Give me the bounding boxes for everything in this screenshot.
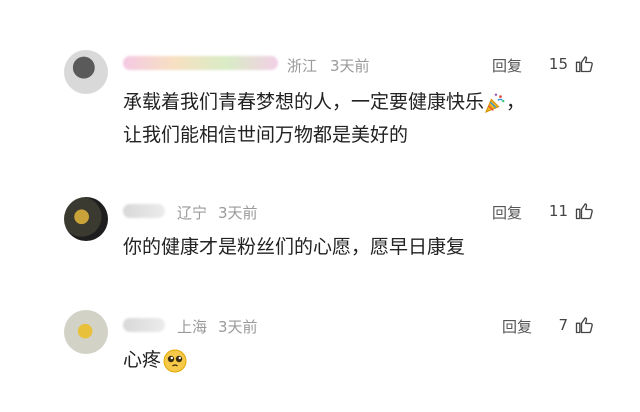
timestamp: 3天前 xyxy=(218,204,258,222)
timestamp: 3天前 xyxy=(330,57,370,75)
comment-item: 辽宁 3天前 回复 11 你的健康才是粉丝们的心愿，愿早日康复 xyxy=(0,165,640,290)
reply-button[interactable]: 回复 xyxy=(492,55,522,76)
comment-text: 你的健康才是粉丝们的心愿，愿早日康复 xyxy=(123,231,465,264)
comment-item: 上海 3天前 回复 7 心疼 xyxy=(0,290,640,412)
avatar[interactable] xyxy=(64,197,108,241)
avatar[interactable] xyxy=(64,50,108,94)
comment-text: 心疼 xyxy=(123,344,187,377)
comment-item: 浙江 3天前 回复 15 承载着我们青春梦想的人，一定要健康快乐 ， 让我们能相… xyxy=(0,0,640,165)
timestamp: 3天前 xyxy=(218,318,258,336)
like-count: 11 xyxy=(548,202,568,220)
comment-line: 让我们能相信世间万物都是美好的 xyxy=(123,124,409,146)
location: 上海 xyxy=(177,318,208,336)
like-count: 7 xyxy=(558,316,568,334)
comment-line: ， xyxy=(506,91,526,113)
nickname-redacted[interactable] xyxy=(123,52,278,71)
avatar[interactable] xyxy=(64,310,108,354)
thumbs-up-icon[interactable] xyxy=(574,315,594,335)
thumbs-up-icon[interactable] xyxy=(574,54,594,74)
nickname-redacted[interactable] xyxy=(123,200,165,219)
location: 浙江 xyxy=(287,57,318,75)
nickname-redacted[interactable] xyxy=(123,314,165,333)
reply-button[interactable]: 回复 xyxy=(502,316,532,337)
comment-line: 心疼 xyxy=(123,349,162,371)
comment-text: 承载着我们青春梦想的人，一定要健康快乐 ， 让我们能相信世间万物都是美好的 xyxy=(123,86,525,152)
nickname-blur xyxy=(123,55,278,70)
nickname-blur xyxy=(123,317,165,332)
thumbs-up-icon[interactable] xyxy=(574,201,594,221)
location: 辽宁 xyxy=(177,204,208,222)
reply-button[interactable]: 回复 xyxy=(492,202,522,223)
party-popper-icon xyxy=(484,93,505,113)
pleading-face-icon xyxy=(163,349,187,372)
comment-line: 承载着我们青春梦想的人，一定要健康快乐 xyxy=(123,91,485,113)
nickname-blur xyxy=(123,203,165,218)
like-count: 15 xyxy=(548,55,568,73)
comment-line: 你的健康才是粉丝们的心愿，愿早日康复 xyxy=(123,236,466,258)
